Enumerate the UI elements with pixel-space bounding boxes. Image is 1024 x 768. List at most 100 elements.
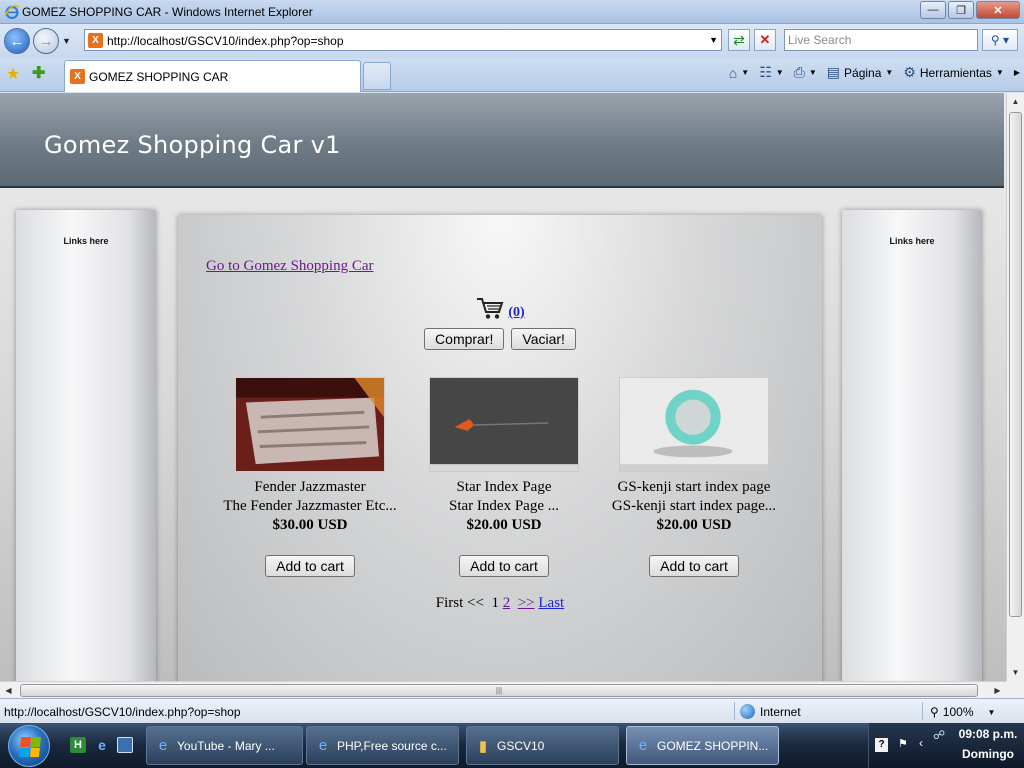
add-to-cart-button[interactable]: Add to cart [649,555,739,577]
security-zone[interactable]: Internet [740,704,801,719]
page-menu-label: Página [844,65,882,80]
new-tab-button[interactable] [363,62,391,90]
scroll-down-icon[interactable]: ▼ [1007,664,1024,681]
print-button[interactable]: ⎙ ▼ [794,64,817,81]
pagination: First << 1 2 >> Last [178,595,822,612]
pager-last-link[interactable]: Last [538,595,564,611]
go-to-shop-link[interactable]: Go to Gomez Shopping Car [206,258,373,275]
product-image[interactable] [619,377,769,472]
site-favicon-icon: X [70,69,85,84]
chevron-right-icon: ▶ [1013,68,1020,77]
scroll-left-icon[interactable]: ◀ [0,682,17,699]
stop-button[interactable]: ✕ [754,29,776,51]
more-commands-button[interactable]: ▶ [1014,68,1020,77]
product-description: GS-kenji start index page... [611,498,777,514]
horizontal-scroll-thumb[interactable]: ||| [20,684,978,697]
site-favicon-icon: X [88,33,103,48]
home-button[interactable]: ⌂ ▼ [729,65,749,81]
scroll-right-icon[interactable]: ▶ [989,682,1006,699]
globe-icon [740,704,755,719]
address-toolbar: ← → ▼ X http://localhost/GSCV10/index.ph… [0,24,1024,58]
product-card: GS-kenji start index page GS-kenji start… [599,377,789,577]
tab-toolbar: ★ ✚ X GOMEZ SHOPPING CAR ⌂ ▼ ☷ ▼ ⎙ ▼ ▤ Págin… [0,58,1024,92]
arrow-left-icon: ← [9,32,25,50]
site-header: Gomez Shopping Car v1 [0,93,1004,188]
right-sidebar: Links here [842,210,982,681]
search-box[interactable] [784,29,978,51]
tab-gomez-shopping-car[interactable]: X GOMEZ SHOPPING CAR [64,60,361,92]
back-button[interactable]: ← [4,28,30,54]
address-dropdown-icon[interactable]: ▼ [709,35,718,45]
empty-cart-button[interactable]: Vaciar! [511,328,576,350]
close-button[interactable]: ✕ [976,1,1020,19]
start-button[interactable] [8,725,50,767]
taskbar-item-label: GOMEZ SHOPPIN... [657,738,769,753]
taskbar-item-gscv10[interactable]: ▮ GSCV10 [466,726,619,765]
restore-button[interactable]: ❐ [948,1,974,19]
clock-day[interactable]: Domingo [953,747,1023,761]
horizontal-scrollbar[interactable]: ◀ ||| ▶ [0,681,1006,698]
pager-page-2-link[interactable]: 2 [503,595,511,611]
feeds-button[interactable]: ☷ ▼ [759,64,783,81]
internet-explorer-icon: e [638,737,648,754]
pager-next-link[interactable]: >> [518,595,535,611]
buy-button[interactable]: Comprar! [424,328,505,350]
taskbar-item-label: PHP,Free source c... [337,738,447,753]
vertical-scroll-thumb[interactable] [1009,112,1022,617]
show-desktop-icon[interactable] [117,737,133,753]
left-sidebar-label: Links here [63,236,109,246]
product-price: $20.00 USD [656,517,732,533]
product-price: $20.00 USD [466,517,542,533]
show-hidden-icons-icon[interactable]: ‹ [919,736,923,750]
zoom-icon: ⚲ [930,705,939,719]
chevron-down-icon: ▼ [995,68,1004,77]
status-url: http://localhost/GSCV10/index.php?op=sho… [4,705,241,719]
taskbar-item-label: GSCV10 [497,738,545,753]
tools-menu[interactable]: ⚙ Herramientas ▼ [903,64,1004,81]
action-center-icon[interactable]: ⚑ [898,737,908,750]
chevron-down-icon: ▼ [741,68,750,77]
product-image[interactable] [429,377,579,472]
favorites-star-icon[interactable]: ★ [6,64,20,84]
quicklaunch-ie-icon[interactable]: e [94,737,110,753]
product-name: GS-kenji start index page [617,479,771,495]
zoom-control[interactable]: ⚲ 100% ▼ [930,705,995,719]
scrollbar-corner [1006,681,1024,698]
add-to-cart-button[interactable]: Add to cart [459,555,549,577]
product-image[interactable] [235,377,385,472]
internet-explorer-icon: e [158,737,168,754]
taskbar-item-gomez-shopping[interactable]: e GOMEZ SHOPPIN... [626,726,779,765]
refresh-button[interactable]: ⇄ [728,29,750,51]
minimize-button[interactable]: — [920,1,946,19]
home-icon: ⌂ [728,64,738,81]
quicklaunch-app-icon[interactable]: H [70,737,86,753]
address-bar[interactable]: X http://localhost/GSCV10/index.php?op=s… [84,29,722,51]
refresh-icon: ⇄ [733,32,745,48]
forward-button[interactable]: → [33,28,59,54]
vertical-scrollbar[interactable]: ▲ ▼ [1006,93,1024,681]
recent-pages-dropdown[interactable]: ▼ [62,36,71,46]
shopping-cart-icon[interactable] [475,295,505,321]
window-title: GOMEZ SHOPPING CAR - Windows Internet Ex… [22,5,313,19]
add-to-cart-button[interactable]: Add to cart [265,555,355,577]
search-input[interactable] [788,31,976,49]
page-menu[interactable]: ▤ Página ▼ [827,64,894,81]
clock-time[interactable]: 09:08 p.m. [953,727,1023,741]
product-name: Star Index Page [456,479,552,495]
status-divider [922,702,923,720]
right-sidebar-label: Links here [889,236,935,246]
help-icon[interactable]: ? [875,738,888,752]
scroll-up-icon[interactable]: ▲ [1007,93,1024,110]
site-title: Gomez Shopping Car v1 [44,131,341,159]
address-url[interactable]: http://localhost/GSCV10/index.php?op=sho… [107,34,344,48]
add-favorite-icon[interactable]: ✚ [32,63,45,83]
gear-icon: ⚙ [903,64,916,80]
folder-icon: ▮ [478,737,488,755]
search-button[interactable]: ⚲ ▾ [982,29,1018,51]
windows-logo-icon [18,737,42,757]
cart-count-link[interactable]: (0) [508,305,524,320]
page-viewport: Gomez Shopping Car v1 Links here Links h… [0,93,1006,681]
taskbar-item-youtube[interactable]: e YouTube - Mary ... [146,726,303,765]
network-icon[interactable]: ☍ [933,728,945,742]
taskbar-item-php[interactable]: e PHP,Free source c... [306,726,459,765]
